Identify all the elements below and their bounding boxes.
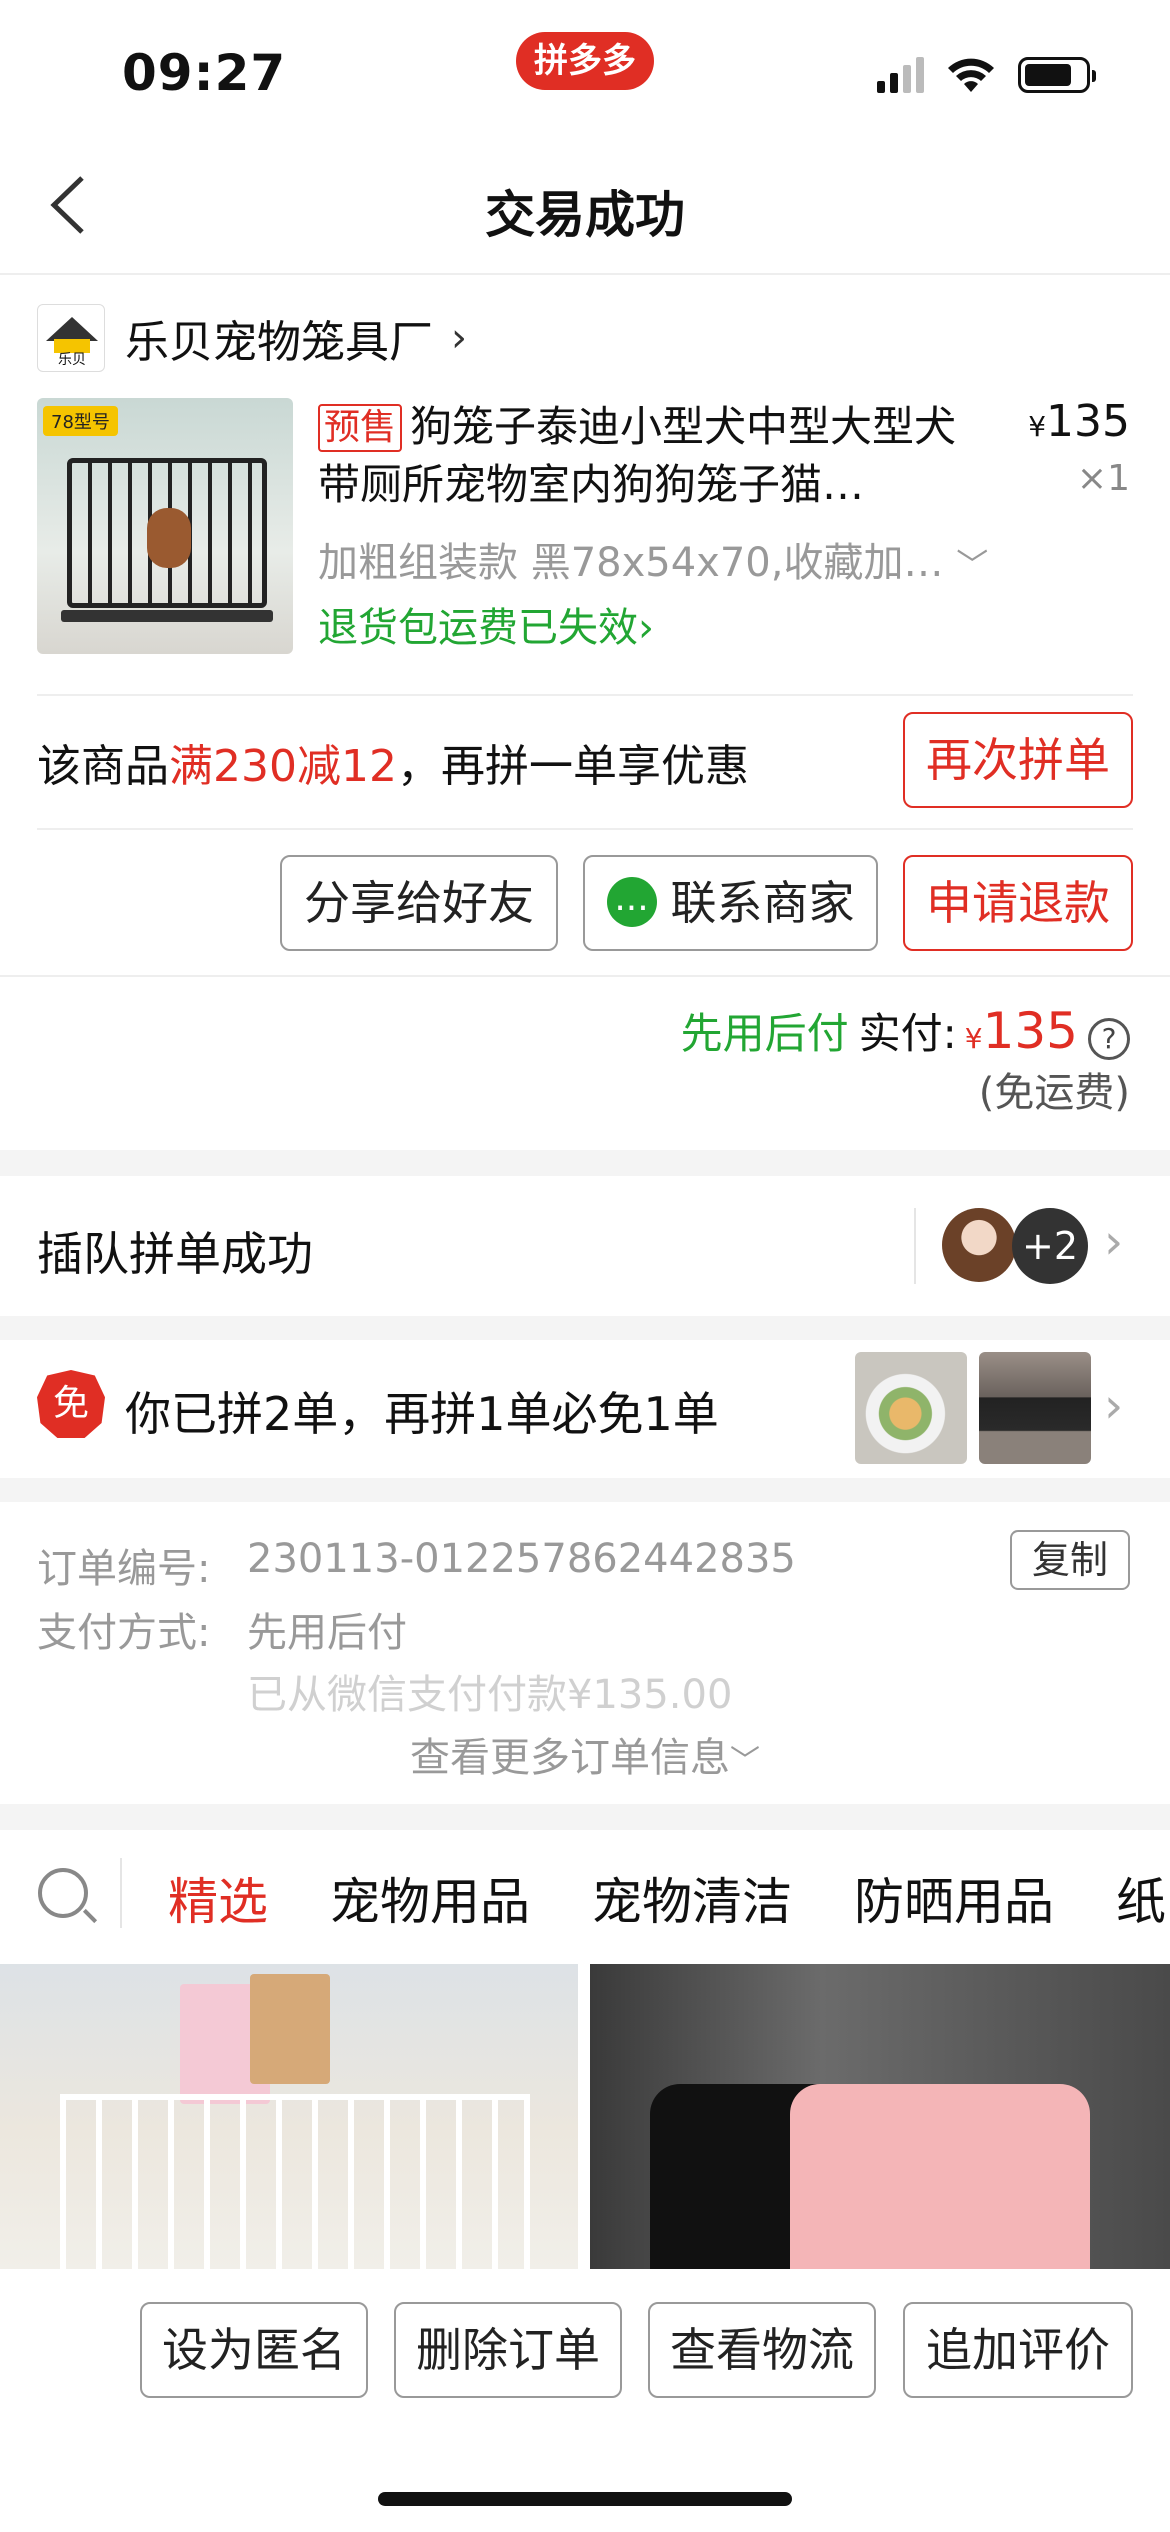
tab-pet-cleaning[interactable]: 宠物清洁 [592,1862,792,1934]
chevron-right-icon: › [638,605,654,651]
recommend-thumb[interactable] [979,1352,1091,1464]
store-logo-text: 乐贝 [58,351,86,368]
order-number: 230113-012257862442835 [247,1536,796,1582]
chat-icon [606,863,657,955]
tab-sunscreen[interactable]: 防晒用品 [854,1862,1054,1934]
product-title: 狗笼子泰迪小型犬中型大型犬带厕所宠物室内狗狗笼子猫… [318,402,957,509]
avatar [942,1208,1016,1282]
section-gap [0,1316,1170,1340]
feed-item[interactable] [590,1964,1170,2269]
paid-value: 135 [982,1002,1078,1060]
section-gap [0,1478,1170,1502]
status-time: 09:27 [122,44,287,102]
payment-detail: 已从微信支付付款¥135.00 [247,1672,733,1718]
chevron-right-icon: › [1104,1214,1124,1270]
feed-item[interactable] [0,1964,578,2269]
help-icon[interactable]: ? [1088,1018,1130,1060]
promo-highlight: 满230减12 [169,741,397,792]
copy-button[interactable]: 复制 [1010,1530,1130,1590]
chevron-right-icon: › [451,314,467,361]
more-order-info-label: 查看更多订单信息 [410,1735,730,1781]
presale-badge: 预售 [318,404,403,452]
anonymous-button[interactable]: 设为匿名 [140,2302,368,2398]
divider [120,1858,122,1928]
free-icon: 免 [37,1370,105,1438]
store-logo: 乐贝 [37,303,105,372]
page-title: 交易成功 [485,186,685,244]
home-indicator [378,2492,792,2506]
product-spec-text: 加粗组装款 黑78x54x70,收藏加… [318,540,944,586]
divider [37,828,1133,830]
promo-suffix: ，再拼一单享优惠 [396,741,749,792]
refund-button[interactable]: 申请退款 [903,855,1133,951]
store-name: 乐贝宠物笼具厂 [125,316,433,368]
currency-symbol: ¥ [964,1022,983,1055]
currency-symbol: ¥ [1028,410,1047,443]
payment-method-label: 支付方式: [37,1610,211,1656]
contact-seller-button[interactable]: 联系商家 [583,855,878,955]
app-badge: 拼多多 [516,32,654,90]
divider [914,1208,916,1284]
delete-order-button[interactable]: 删除订单 [394,2302,622,2398]
paid-label: 实付: [858,1009,957,1058]
product-quantity: ×1 [1076,458,1130,499]
tab-pet-supplies[interactable]: 宠物用品 [330,1862,530,1934]
more-order-info[interactable]: 查看更多订单信息﹀ [0,1725,1170,1783]
view-logistics-button[interactable]: 查看物流 [648,2302,876,2398]
product-image[interactable]: 78型号 [37,398,293,654]
recommend-thumb[interactable] [855,1352,967,1464]
contact-seller-label: 联系商家 [670,876,855,930]
product-title-block[interactable]: 预售 狗笼子泰迪小型犬中型大型犬带厕所宠物室内狗狗笼子猫… [318,398,978,514]
chevron-right-icon: › [1104,1378,1124,1434]
section-gap [0,1804,1170,1830]
battery-icon [1018,57,1096,93]
regroup-button[interactable]: 再次拼单 [903,712,1133,808]
tab-paper[interactable]: 纸 [1116,1862,1166,1934]
chevron-down-icon: ﹀ [956,546,989,584]
tab-featured[interactable]: 精选 [168,1862,268,1970]
wifi-icon [948,58,994,92]
paid-amount: 先用后付 实付: ¥ 135 ? [681,1000,1130,1061]
group-extra-count: +2 [1012,1208,1088,1284]
free-order-text[interactable]: 你已拼2单，再拼1单必免1单 [125,1378,719,1444]
status-bar: 09:27 拼多多 [0,0,1170,140]
product-image-tag: 78型号 [43,406,118,436]
product-price-value: 135 [1046,396,1130,447]
store-link[interactable]: 乐贝 乐贝宠物笼具厂 › [37,300,467,375]
status-icons [877,56,1096,94]
section-gap [0,1150,1170,1176]
nav-bar: 交易成功 [0,140,1170,275]
order-number-label: 订单编号: [37,1546,211,1592]
product-price: ¥135 [1028,396,1130,447]
divider [0,975,1170,977]
shipping-note: (免运费) [978,1070,1130,1116]
refund-shipping-text: 退货包运费已失效 [318,605,638,651]
share-button[interactable]: 分享给好友 [280,855,558,951]
category-tabs: 精选 宠物用品 宠物清洁 防晒用品 纸 [168,1862,1166,1970]
pay-later-tag: 先用后付 [680,1009,849,1058]
refund-shipping-notice[interactable]: 退货包运费已失效› [318,595,654,653]
promo-prefix: 该商品 [37,741,169,792]
search-icon[interactable] [38,1868,88,1918]
product-spec[interactable]: 加粗组装款 黑78x54x70,收藏加… ﹀ [318,530,988,588]
signal-icon [877,57,924,93]
group-success-title: 插队拼单成功 [37,1227,313,1281]
payment-method: 先用后付 [247,1610,407,1656]
promo-text: 该商品满230减12，再拼一单享优惠 [37,730,749,794]
divider [37,694,1133,696]
chevron-down-icon: ﹀ [730,1744,760,1779]
add-review-button[interactable]: 追加评价 [903,2302,1133,2398]
